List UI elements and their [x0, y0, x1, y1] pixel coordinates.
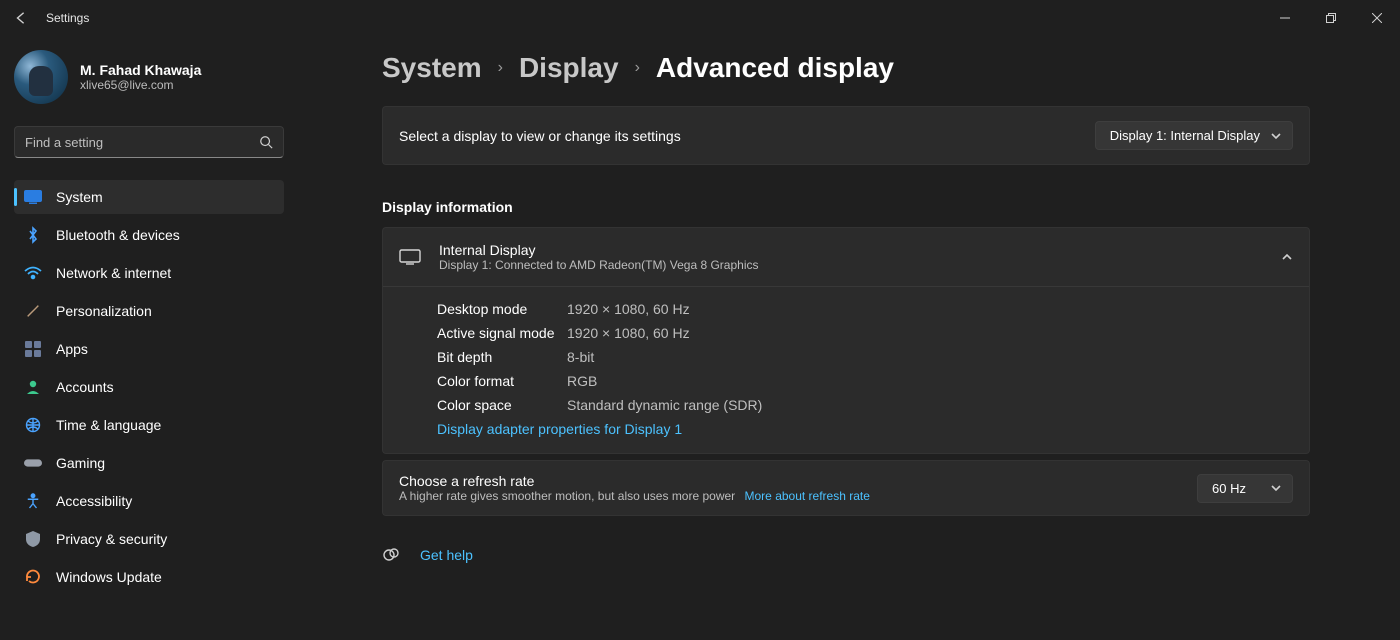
titlebar: Settings: [0, 0, 1400, 36]
back-icon[interactable]: [14, 11, 28, 25]
maximize-button[interactable]: [1308, 0, 1354, 36]
refresh-rate-card: Choose a refresh rate A higher rate give…: [382, 460, 1310, 516]
nav-label: System: [56, 189, 103, 205]
prop-key: Desktop mode: [437, 301, 567, 317]
nav: System Bluetooth & devices Network & int…: [14, 180, 284, 594]
nav-network[interactable]: Network & internet: [14, 256, 284, 290]
display-selector-hint: Select a display to view or change its s…: [399, 128, 681, 144]
brush-icon: [24, 302, 42, 320]
nav-personalization[interactable]: Personalization: [14, 294, 284, 328]
profile-email: xlive65@live.com: [80, 78, 201, 92]
chevron-down-icon: [1270, 130, 1282, 142]
refresh-more-link[interactable]: More about refresh rate: [745, 489, 870, 503]
display-name: Internal Display: [439, 242, 759, 258]
avatar: [14, 50, 68, 104]
bluetooth-icon: [24, 226, 42, 244]
chevron-down-icon: [1270, 482, 1282, 494]
refresh-rate-value: 60 Hz: [1212, 481, 1246, 496]
nav-label: Gaming: [56, 455, 105, 471]
display-selector-card: Select a display to view or change its s…: [382, 106, 1310, 165]
display-selector[interactable]: Display 1: Internal Display: [1095, 121, 1293, 150]
profile-name: M. Fahad Khawaja: [80, 62, 201, 78]
crumb-display[interactable]: Display: [519, 52, 619, 84]
nav-label: Windows Update: [56, 569, 162, 585]
prop-val: Standard dynamic range (SDR): [567, 397, 762, 413]
get-help-link[interactable]: Get help: [420, 547, 473, 563]
nav-label: Personalization: [56, 303, 152, 319]
prop-val: 8-bit: [567, 349, 594, 365]
apps-icon: [24, 340, 42, 358]
sidebar: M. Fahad Khawaja xlive65@live.com System…: [0, 36, 300, 640]
display-info-header[interactable]: Internal Display Display 1: Connected to…: [383, 228, 1309, 287]
section-display-information: Display information: [382, 199, 1310, 215]
help-icon: [382, 546, 400, 564]
nav-apps[interactable]: Apps: [14, 332, 284, 366]
get-help-row: Get help: [382, 546, 1310, 564]
nav-label: Apps: [56, 341, 88, 357]
nav-gaming[interactable]: Gaming: [14, 446, 284, 480]
nav-accessibility[interactable]: Accessibility: [14, 484, 284, 518]
display-info-card: Internal Display Display 1: Connected to…: [382, 227, 1310, 454]
gamepad-icon: [24, 454, 42, 472]
content: System › Display › Advanced display Sele…: [300, 36, 1400, 640]
nav-label: Privacy & security: [56, 531, 167, 547]
refresh-rate-select[interactable]: 60 Hz: [1197, 474, 1293, 503]
nav-update[interactable]: Windows Update: [14, 560, 284, 594]
adapter-properties-link[interactable]: Display adapter properties for Display 1: [437, 417, 682, 437]
prop-val: 1920 × 1080, 60 Hz: [567, 325, 690, 341]
crumb-system[interactable]: System: [382, 52, 482, 84]
chevron-right-icon: ›: [635, 59, 640, 77]
search-input[interactable]: [25, 135, 259, 150]
profile[interactable]: M. Fahad Khawaja xlive65@live.com: [14, 50, 284, 104]
nav-label: Time & language: [56, 417, 161, 433]
breadcrumb: System › Display › Advanced display: [382, 52, 1310, 84]
search-box[interactable]: [14, 126, 284, 158]
window-title: Settings: [46, 11, 89, 25]
shield-icon: [24, 530, 42, 548]
search-icon: [259, 135, 273, 149]
nav-label: Accounts: [56, 379, 114, 395]
nav-time[interactable]: Time & language: [14, 408, 284, 442]
display-props: Desktop mode1920 × 1080, 60 Hz Active si…: [383, 287, 1309, 453]
close-button[interactable]: [1354, 0, 1400, 36]
nav-label: Accessibility: [56, 493, 132, 509]
prop-key: Active signal mode: [437, 325, 567, 341]
chevron-up-icon: [1281, 251, 1293, 263]
update-icon: [24, 568, 42, 586]
nav-label: Network & internet: [56, 265, 171, 281]
nav-privacy[interactable]: Privacy & security: [14, 522, 284, 556]
prop-key: Color format: [437, 373, 567, 389]
nav-system[interactable]: System: [14, 180, 284, 214]
display-selector-value: Display 1: Internal Display: [1110, 128, 1260, 143]
nav-accounts[interactable]: Accounts: [14, 370, 284, 404]
prop-val: RGB: [567, 373, 597, 389]
prop-val: 1920 × 1080, 60 Hz: [567, 301, 690, 317]
prop-key: Color space: [437, 397, 567, 413]
prop-key: Bit depth: [437, 349, 567, 365]
person-icon: [24, 378, 42, 396]
wifi-icon: [24, 264, 42, 282]
accessibility-icon: [24, 492, 42, 510]
display-sub: Display 1: Connected to AMD Radeon(TM) V…: [439, 258, 759, 272]
nav-label: Bluetooth & devices: [56, 227, 180, 243]
refresh-sub: A higher rate gives smoother motion, but…: [399, 489, 735, 503]
refresh-title: Choose a refresh rate: [399, 473, 870, 489]
crumb-advanced-display: Advanced display: [656, 52, 894, 84]
minimize-button[interactable]: [1262, 0, 1308, 36]
nav-bluetooth[interactable]: Bluetooth & devices: [14, 218, 284, 252]
chevron-right-icon: ›: [498, 59, 503, 77]
system-icon: [24, 188, 42, 206]
window-controls: [1262, 0, 1400, 36]
monitor-icon: [399, 246, 421, 268]
clock-globe-icon: [24, 416, 42, 434]
